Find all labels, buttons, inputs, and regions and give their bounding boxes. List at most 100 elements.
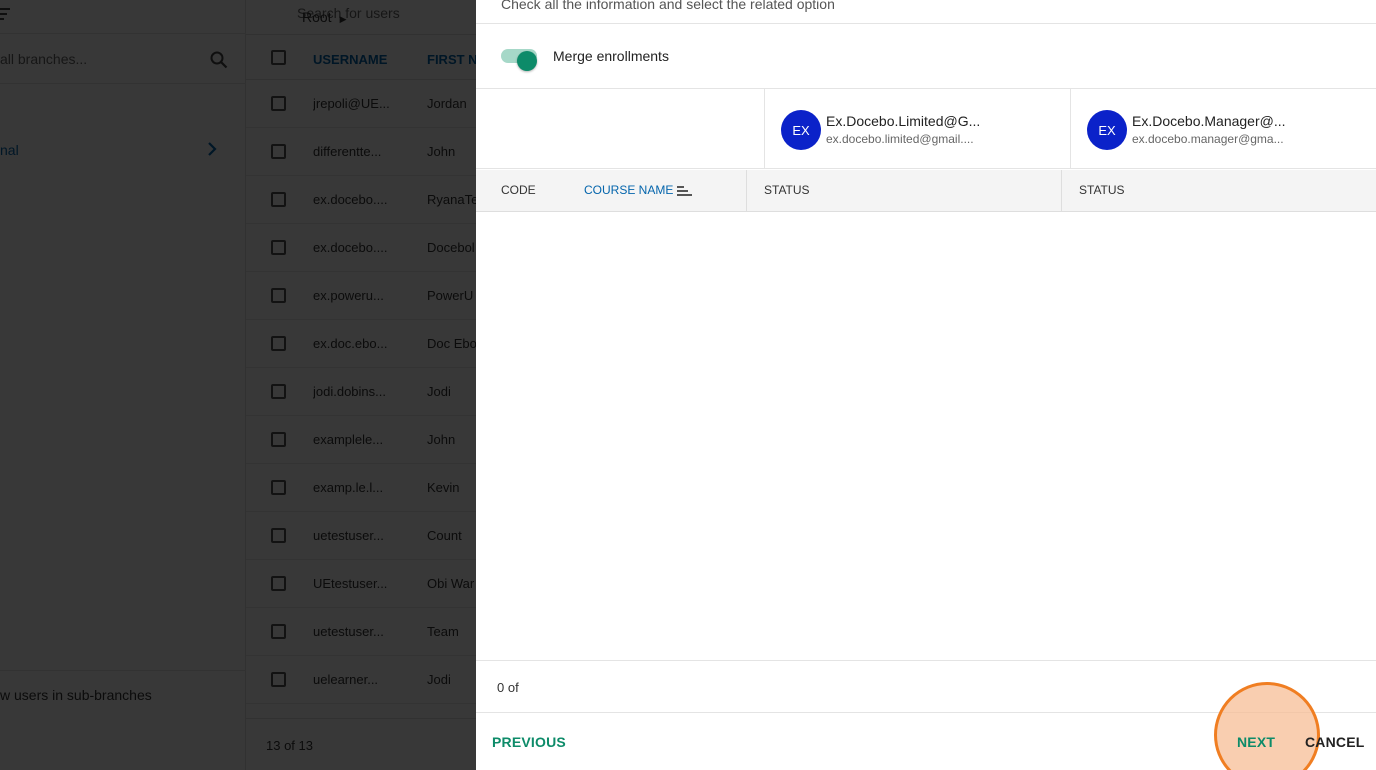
divider [476,23,1376,24]
show-subbranches-label: w users in sub-branches [0,687,152,703]
user-email: ex.docebo.manager@gma... [1132,132,1284,146]
cell-username: examp.le.l... [313,480,384,495]
previous-button[interactable]: PREVIOUS [492,734,566,750]
branch-item-label[interactable]: nal [0,142,19,158]
user-email: ex.docebo.limited@gmail.... [826,132,974,146]
avatar: EX [781,110,821,150]
merge-users-dialog: Check all the information and select the… [476,0,1376,770]
table-row[interactable]: ex.docebo.... RyanaTe [246,176,476,224]
cell-username: jodi.dobins... [313,384,386,399]
cell-first-name: John [427,432,456,447]
row-checkbox[interactable] [271,480,286,495]
row-checkbox[interactable] [271,624,286,639]
row-checkbox[interactable] [271,288,286,303]
user-name: Ex.Docebo.Limited@G... [826,113,981,129]
users-table-panel: Search for users Root ▶ USERNAME FIRST N … [246,0,515,770]
users-table-footer: 13 of 13 [246,718,476,770]
cell-first-name: Jodi [427,672,451,687]
cell-first-name: PowerU [427,288,474,303]
row-checkbox[interactable] [271,144,286,159]
cell-first-name: Kevin [427,480,460,495]
column-status-user-2: STATUS [1079,183,1125,197]
table-row[interactable]: examplele... John [246,416,476,464]
cancel-button[interactable]: CANCEL [1305,734,1365,750]
cell-first-name: Jordan [427,96,467,111]
column-course-name[interactable]: COURSE NAME [584,183,673,197]
cell-username: ex.doc.ebo... [313,336,388,351]
column-first-name[interactable]: FIRST N [427,52,478,67]
table-row[interactable]: UEtestuser... Obi War [246,560,476,608]
users-compare-header: EX Ex.Docebo.Limited@G... ex.docebo.limi… [476,88,1376,169]
users-table-header: USERNAME FIRST N [246,34,478,80]
row-checkbox[interactable] [271,528,286,543]
branches-panel: all branches... nal w users in sub-branc… [0,0,246,770]
toggle-knob[interactable] [517,51,537,71]
column-username[interactable]: USERNAME [313,52,387,67]
table-row[interactable]: uelearner... Jodi [246,656,476,704]
cell-first-name: Jodi [427,384,451,399]
row-checkbox[interactable] [271,576,286,591]
user-card: EX Ex.Docebo.Limited@G... ex.docebo.limi… [764,89,1070,169]
branch-search[interactable]: all branches... [0,36,246,84]
table-row[interactable]: jrepoli@UE... Jordan [246,80,476,128]
table-row[interactable]: ex.poweru... PowerU [246,272,476,320]
select-all-checkbox[interactable] [271,50,286,65]
row-checkbox[interactable] [271,192,286,207]
row-checkbox[interactable] [271,96,286,111]
row-checkbox[interactable] [271,240,286,255]
sort-ascending-icon[interactable] [677,186,693,198]
cell-username: differentte... [313,144,382,159]
users-count: 13 of 13 [266,738,313,753]
table-row[interactable]: jodi.dobins... Jodi [246,368,476,416]
search-icon[interactable] [210,51,228,74]
cell-username: ex.poweru... [313,288,384,303]
cell-first-name: Docebol [427,240,475,255]
cell-username: ex.docebo.... [313,240,388,255]
cell-username: UEtestuser... [313,576,388,591]
branch-item[interactable]: nal [0,130,246,170]
user-card: EX Ex.Docebo.Manager@... ex.docebo.manag… [1070,89,1376,169]
cell-first-name: Obi War [427,576,475,591]
row-checkbox[interactable] [271,672,286,687]
column-divider [746,170,747,212]
table-row[interactable]: differentte... John [246,128,476,176]
breadcrumb-root[interactable]: Root [302,9,332,25]
background-app: all branches... nal w users in sub-branc… [0,0,515,770]
table-row[interactable]: uetestuser... Team [246,608,476,656]
column-divider [1061,170,1062,212]
cell-first-name: RyanaTe [427,192,476,207]
row-checkbox[interactable] [271,336,286,351]
cell-username: uetestuser... [313,528,384,543]
avatar: EX [1087,110,1127,150]
pagination-count: 0 of [497,680,519,695]
dialog-instructions: Check all the information and select the… [501,0,835,12]
show-subbranches-row[interactable]: w users in sub-branches [0,670,246,718]
row-checkbox[interactable] [271,384,286,399]
cell-first-name: John [427,144,456,159]
table-row[interactable]: ex.doc.ebo... Doc Ebo [246,320,476,368]
cell-username: jrepoli@UE... [313,96,390,111]
chevron-right-icon[interactable] [207,142,217,161]
row-checkbox[interactable] [271,432,286,447]
column-code[interactable]: CODE [501,183,536,197]
app-root: all branches... nal w users in sub-branc… [0,0,1376,770]
column-status-user-1: STATUS [764,183,810,197]
cell-first-name: Count [427,528,462,543]
branch-search-input[interactable]: all branches... [0,51,87,67]
merge-enrollments-label: Merge enrollments [553,48,669,64]
table-row[interactable]: uetestuser... Count [246,512,476,560]
cell-username: ex.docebo.... [313,192,388,207]
cell-username: uelearner... [313,672,379,687]
table-row[interactable]: ex.docebo.... Docebol [246,224,476,272]
table-row[interactable]: examp.le.l... Kevin [246,464,476,512]
breadcrumb[interactable]: Root ▶ [302,9,347,25]
cell-username: uetestuser... [313,624,384,639]
enrollments-table-header: CODE COURSE NAME STATUS STATUS [476,170,1376,212]
merge-enrollments-toggle[interactable] [501,49,537,71]
cell-username: examplele... [313,432,384,447]
next-button[interactable]: NEXT [1237,734,1275,750]
cell-first-name: Team [427,624,459,639]
user-search[interactable]: Search for users [0,0,515,34]
user-name: Ex.Docebo.Manager@... [1132,113,1286,129]
cell-first-name: Doc Ebo [427,336,476,351]
